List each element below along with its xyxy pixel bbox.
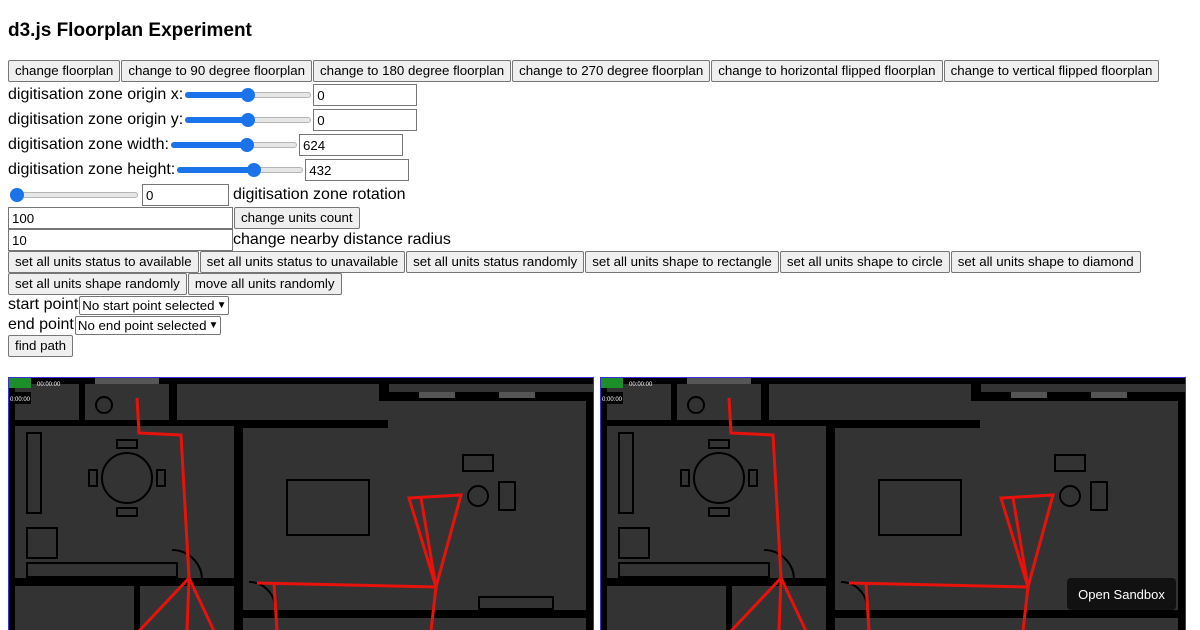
origin-y-label: digitisation zone origin y: [8,111,184,128]
change-units-count-button[interactable]: change units count [234,207,360,229]
zone-rotation-label: digitisation zone rotation [233,186,406,203]
change-floorplan-button[interactable]: change floorplan [8,60,121,82]
zone-height-label: digitisation zone height: [8,161,176,178]
start-point-select[interactable]: No start point selected ▼ [79,295,230,315]
shape-circle-button[interactable]: set all units shape to circle [779,251,950,273]
slider-thumb[interactable] [240,138,255,152]
floorplan-toolbar: change floorplan change to 90 degree flo… [8,60,1160,82]
slider-thumb[interactable] [246,163,261,177]
zone-height-input[interactable] [305,159,410,181]
origin-x-input[interactable] [313,84,418,106]
origin-x-slider[interactable] [185,85,312,105]
start-point-value: No start point selected [82,297,215,313]
status-random-button[interactable]: set all units status randomly [406,251,585,273]
shape-random-button[interactable]: set all units shape randomly [8,273,187,295]
open-sandbox-button[interactable]: Open Sandbox [1067,578,1176,610]
slider-thumb[interactable] [10,188,24,202]
panel-time: 0:00:00 [10,397,31,403]
panel-time-top: 00:00:00 [37,382,61,388]
units-count-input[interactable] [8,207,233,229]
end-point-label: end point [8,316,74,333]
move-units-button[interactable]: move all units randomly [187,273,342,295]
rotate-270-button[interactable]: change to 270 degree floorplan [512,60,711,82]
zone-rotation-input[interactable] [142,184,229,206]
shape-rectangle-button[interactable]: set all units shape to rectangle [585,251,779,273]
zone-width-label: digitisation zone width: [8,136,169,153]
zone-width-slider[interactable] [170,135,297,155]
chevron-down-icon: ▼ [208,319,219,331]
flip-vertical-button[interactable]: change to vertical flipped floorplan [943,60,1160,82]
shape-diamond-button[interactable]: set all units shape to diamond [950,251,1141,273]
slider-thumb[interactable] [241,113,256,127]
chevron-down-icon: ▼ [216,299,227,311]
panel-time: 0:00:00 [602,397,623,403]
nearby-radius-input[interactable] [8,229,233,251]
status-available-button[interactable]: set all units status to available [8,251,199,273]
slider-thumb[interactable] [241,88,256,102]
panel-time-top: 00:00:00 [629,382,653,388]
floorplan-panel-left[interactable]: 00:00:00 0:00:00 [8,377,594,630]
origin-x-label: digitisation zone origin x: [8,86,184,103]
floorplan-svg[interactable]: 00:00:00 0:00:00 [9,378,594,630]
nearby-radius-label: change nearby distance radius [233,231,451,248]
flip-horizontal-button[interactable]: change to horizontal flipped floorplan [711,60,943,82]
page-title: d3.js Floorplan Experiment [8,20,252,41]
find-path-button[interactable]: find path [8,335,74,357]
rotate-90-button[interactable]: change to 90 degree floorplan [121,60,313,82]
end-point-value: No end point selected [77,317,207,333]
start-point-label: start point [8,296,79,313]
status-unavailable-button[interactable]: set all units status to unavailable [199,251,406,273]
zone-rotation-slider[interactable] [10,185,138,205]
end-point-select[interactable]: No end point selected ▼ [74,315,222,335]
origin-y-slider[interactable] [185,110,312,130]
zone-height-slider[interactable] [177,160,304,180]
rotate-180-button[interactable]: change to 180 degree floorplan [313,60,512,82]
origin-y-input[interactable] [313,109,418,131]
zone-width-input[interactable] [298,134,403,156]
